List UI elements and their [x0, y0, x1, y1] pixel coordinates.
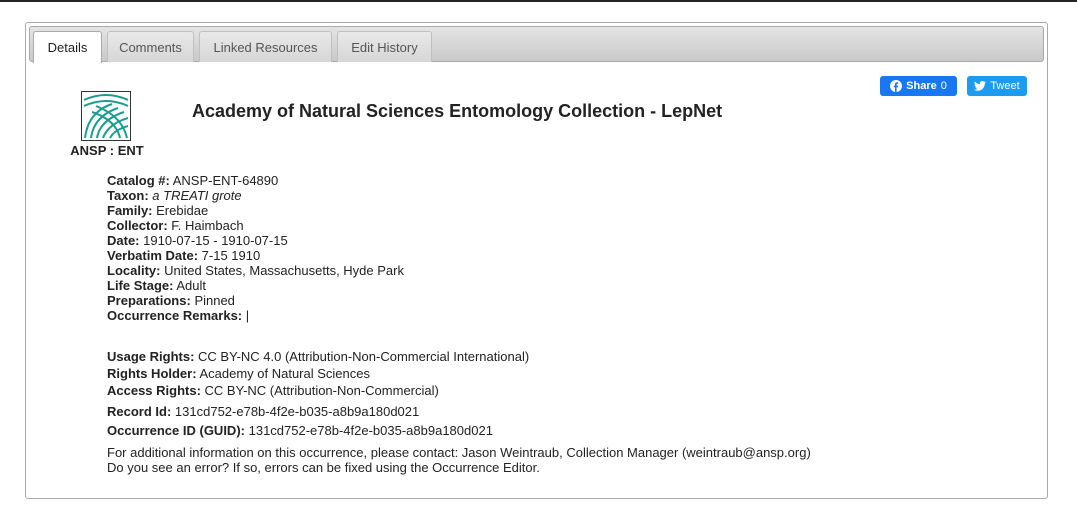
field-value: CC BY-NC (Attribution-Non-Commercial): [204, 383, 439, 398]
error-notice: Do you see an error? If so, errors can b…: [107, 460, 540, 475]
share-buttons: Share 0 Tweet: [880, 76, 1027, 96]
field-verbatim-date: Verbatim Date: 7-15 1910: [107, 248, 404, 263]
field-catalog-number: Catalog #: ANSP-ENT-64890: [107, 173, 404, 188]
field-label: Usage Rights:: [107, 349, 195, 364]
usage-rights: Usage Rights: CC BY-NC 4.0 (Attribution-…: [107, 348, 529, 365]
field-preparations: Preparations: Pinned: [107, 293, 404, 308]
field-label: Record Id:: [107, 404, 172, 419]
field-collector: Collector: F. Haimbach: [107, 218, 404, 233]
rights-section: Usage Rights: CC BY-NC 4.0 (Attribution-…: [107, 348, 529, 399]
field-label: Occurrence Remarks:: [107, 308, 243, 323]
field-value: 1910-07-15 - 1910-07-15: [143, 233, 288, 248]
tab-bar: Details Comments Linked Resources Edit H…: [29, 26, 1044, 63]
field-value: CC BY-NC 4.0 (Attribution-Non-Commercial…: [198, 349, 530, 364]
field-value: 7-15 1910: [201, 248, 261, 263]
field-value: Academy of Natural Sciences: [199, 366, 370, 381]
record-id: Record Id: 131cd752-e78b-4f2e-b035-a8b9a…: [107, 402, 493, 421]
occurrence-panel: Details Comments Linked Resources Edit H…: [25, 22, 1048, 499]
record-section: Record Id: 131cd752-e78b-4f2e-b035-a8b9a…: [107, 402, 493, 440]
field-value: 131cd752-e78b-4f2e-b035-a8b9a180d021: [174, 404, 420, 419]
field-label: Locality:: [107, 263, 161, 278]
field-label: Life Stage:: [107, 278, 174, 293]
rights-holder: Rights Holder: Academy of Natural Scienc…: [107, 365, 529, 382]
tweet-button[interactable]: Tweet: [967, 76, 1027, 96]
tab-edit-history[interactable]: Edit History: [337, 31, 432, 62]
tab-comments[interactable]: Comments: [107, 31, 194, 62]
field-value: a TREATI grote: [152, 188, 242, 203]
collection-logo-icon: [83, 94, 129, 139]
collection-logo: [81, 91, 131, 141]
field-value: F. Haimbach: [171, 218, 244, 233]
collection-title: Academy of Natural Sciences Entomology C…: [192, 101, 723, 121]
field-label: Occurrence ID (GUID):: [107, 423, 245, 438]
field-label: Family:: [107, 203, 153, 218]
collection-code: ANSP : ENT: [70, 143, 144, 158]
field-occurrence-remarks: Occurrence Remarks: |: [107, 308, 404, 323]
field-value: ANSP-ENT-64890: [172, 173, 279, 188]
twitter-bird-icon: [974, 81, 987, 91]
field-value: 131cd752-e78b-4f2e-b035-a8b9a180d021: [248, 423, 493, 438]
tweet-label: Tweet: [990, 80, 1020, 92]
field-life-stage: Life Stage: Adult: [107, 278, 404, 293]
field-label: Verbatim Date:: [107, 248, 199, 263]
access-rights: Access Rights: CC BY-NC (Attribution-Non…: [107, 382, 529, 399]
field-label: Collector:: [107, 218, 168, 233]
field-label: Rights Holder:: [107, 366, 197, 381]
field-date: Date: 1910-07-15 - 1910-07-15: [107, 233, 404, 248]
field-value: Pinned: [194, 293, 235, 308]
field-taxon: Taxon: a TREATI grote: [107, 188, 404, 203]
field-label: Access Rights:: [107, 383, 201, 398]
field-family: Family: Erebidae: [107, 203, 404, 218]
tab-linked-resources[interactable]: Linked Resources: [199, 31, 332, 62]
top-border: [0, 0, 1077, 2]
field-value: United States, Massachusetts, Hyde Park: [164, 263, 404, 278]
field-value: |: [245, 308, 250, 323]
tab-details[interactable]: Details: [33, 31, 102, 63]
field-value: Adult: [176, 278, 207, 293]
field-value: Erebidae: [156, 203, 209, 218]
facebook-share-button[interactable]: Share 0: [880, 76, 957, 96]
facebook-icon: [890, 80, 903, 92]
facebook-share-count: 0: [940, 80, 947, 92]
contact-info: For additional information on this occur…: [107, 445, 811, 460]
field-label: Preparations:: [107, 293, 191, 308]
field-locality: Locality: United States, Massachusetts, …: [107, 263, 404, 278]
field-label: Taxon:: [107, 188, 149, 203]
field-label: Catalog #:: [107, 173, 170, 188]
occurrence-guid: Occurrence ID (GUID): 131cd752-e78b-4f2e…: [107, 421, 493, 440]
facebook-share-label: Share: [906, 80, 937, 92]
contact-section: For additional information on this occur…: [107, 445, 811, 475]
occurrence-fields: Catalog #: ANSP-ENT-64890 Taxon: a TREAT…: [107, 173, 404, 323]
field-label: Date:: [107, 233, 140, 248]
